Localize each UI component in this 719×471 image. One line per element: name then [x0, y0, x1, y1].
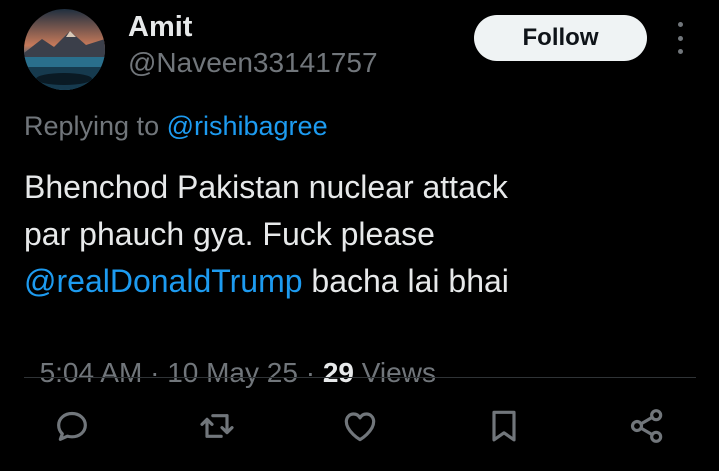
tweet-date[interactable]: 10 May 25	[167, 357, 298, 388]
tweet-line: @realDonaldTrump bacha lai bhai	[24, 258, 684, 305]
divider	[24, 377, 696, 378]
action-bar	[0, 404, 719, 448]
views-label: Views	[353, 357, 436, 388]
like-button[interactable]	[338, 404, 382, 448]
replying-to: Replying to @rishibagree	[24, 109, 328, 143]
bookmark-button[interactable]	[482, 404, 526, 448]
tweet-text: Bhenchod Pakistan nuclear attack par pha…	[24, 164, 684, 305]
display-name[interactable]: Amit	[128, 10, 192, 44]
like-icon	[344, 412, 376, 442]
tweet-line-rest: bacha lai bhai	[302, 263, 509, 299]
avatar[interactable]	[24, 9, 105, 90]
tweet-line: Bhenchod Pakistan nuclear attack	[24, 169, 508, 205]
tweet-mention-link[interactable]: @realDonaldTrump	[24, 263, 303, 299]
follow-button[interactable]: Follow	[474, 15, 647, 61]
retweet-icon	[200, 414, 234, 438]
bookmark-icon	[492, 410, 516, 442]
share-icon	[630, 409, 663, 443]
meta-separator: ·	[142, 357, 168, 388]
views-count: 29	[322, 357, 354, 388]
replying-to-label: Replying to	[24, 111, 167, 141]
reply-icon	[57, 411, 87, 441]
tweet-line: par phauch gya. Fuck please	[24, 216, 435, 252]
meta-separator: ·	[297, 357, 323, 388]
more-vertical-icon[interactable]	[670, 22, 690, 54]
tweet-meta: 5:04 AM · 10 May 25 · 29 Views	[24, 313, 436, 393]
avatar-image	[24, 9, 105, 90]
retweet-button[interactable]	[195, 404, 239, 448]
share-button[interactable]	[625, 404, 669, 448]
tweet-time[interactable]: 5:04 AM	[40, 357, 143, 388]
reply-mention-link[interactable]: @rishibagree	[167, 111, 328, 141]
user-handle[interactable]: @Naveen33141757	[128, 46, 378, 80]
reply-button[interactable]	[50, 404, 94, 448]
